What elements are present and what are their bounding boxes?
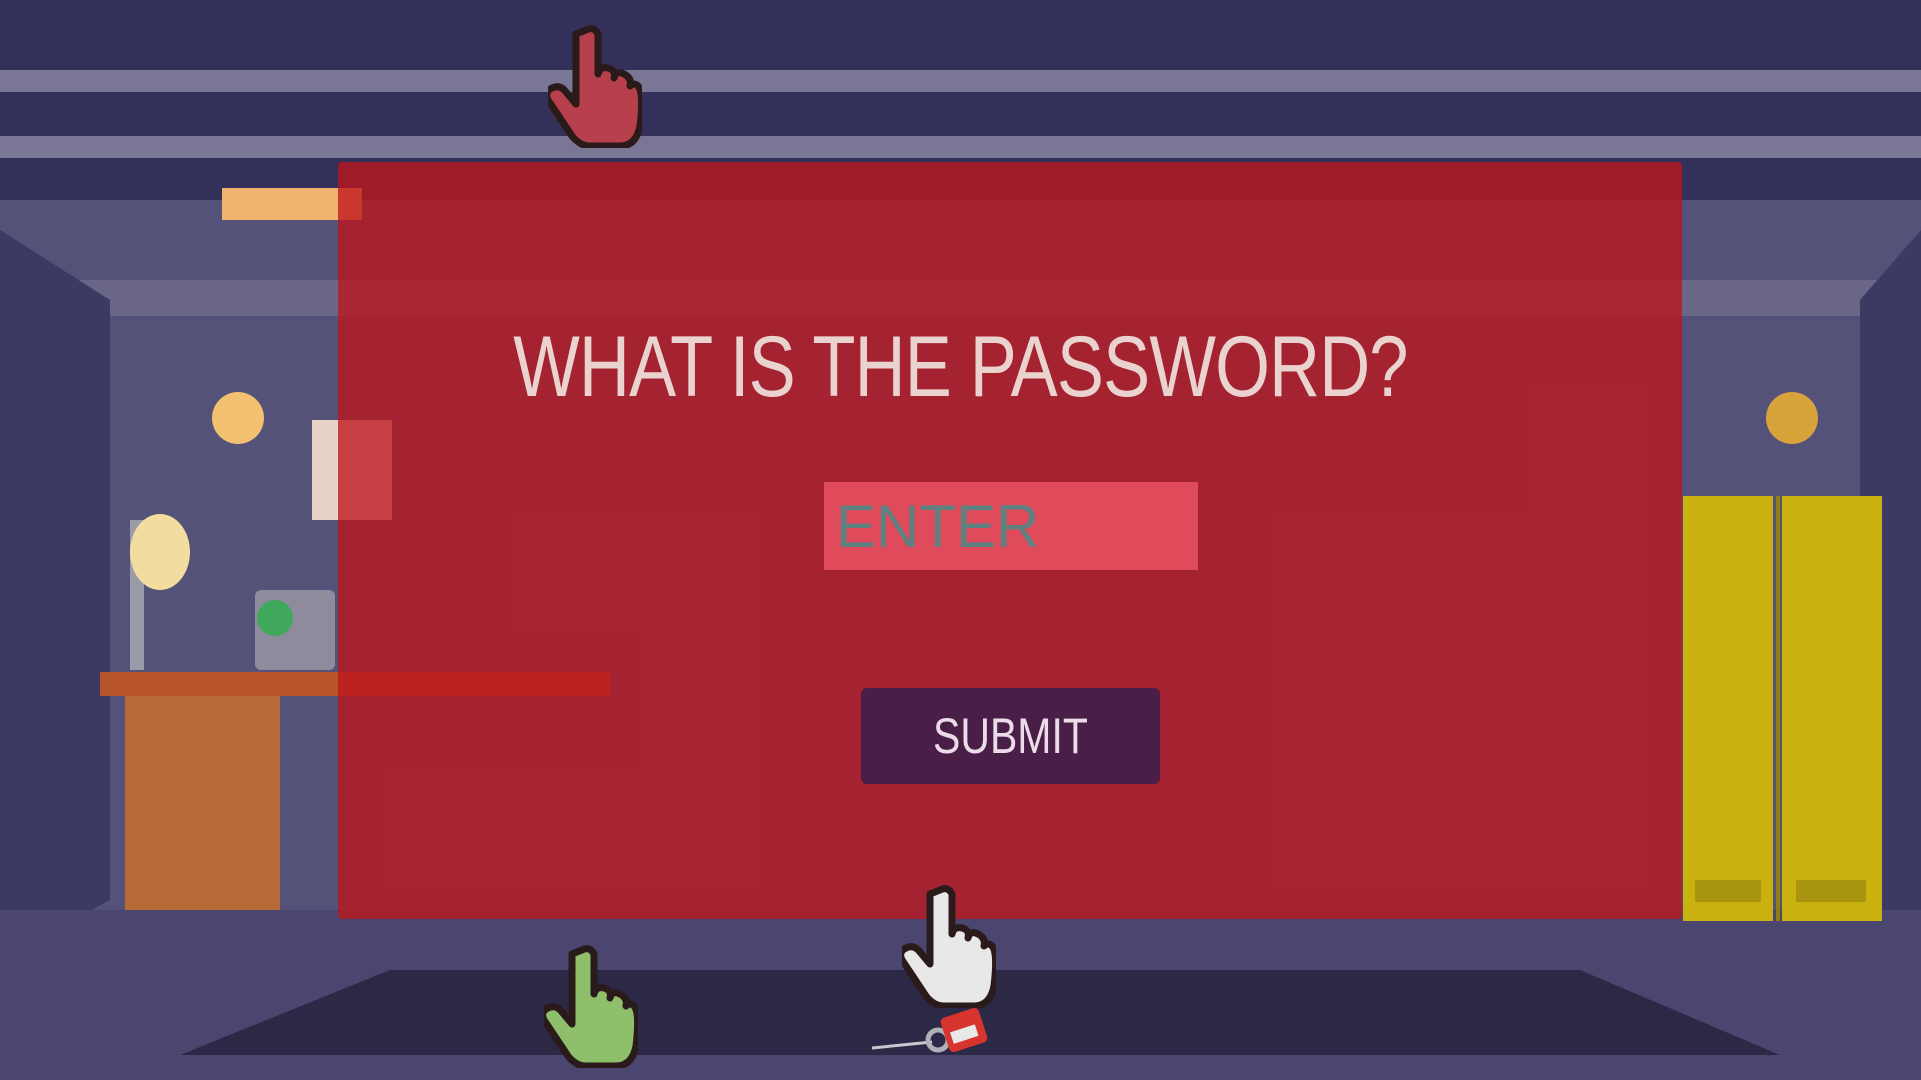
yellow-locker-left	[1683, 496, 1773, 921]
desk-drawers	[125, 696, 280, 926]
locker-vent-right	[1796, 880, 1866, 902]
password-prompt-title: WHAT IS THE PASSWORD?	[513, 319, 1408, 415]
wall-lamp-right	[1766, 392, 1818, 444]
left-wall	[0, 230, 110, 960]
yellow-locker-right	[1782, 496, 1882, 921]
green-hand-cursor-icon	[544, 945, 638, 1068]
radio-dial	[257, 600, 293, 636]
desk-lamp-shade	[130, 514, 190, 590]
red-padlock-icon[interactable]	[870, 1002, 990, 1062]
submit-button-label: SUBMIT	[933, 708, 1088, 764]
submit-button[interactable]: SUBMIT	[861, 688, 1160, 784]
ceiling-pipe-1	[0, 70, 1921, 92]
white-hand-cursor-icon	[902, 885, 996, 1008]
red-hand-cursor-icon	[548, 25, 642, 148]
locker-vent-left	[1695, 880, 1761, 902]
ceiling-pipe-2	[0, 136, 1921, 158]
password-input[interactable]	[824, 482, 1198, 570]
